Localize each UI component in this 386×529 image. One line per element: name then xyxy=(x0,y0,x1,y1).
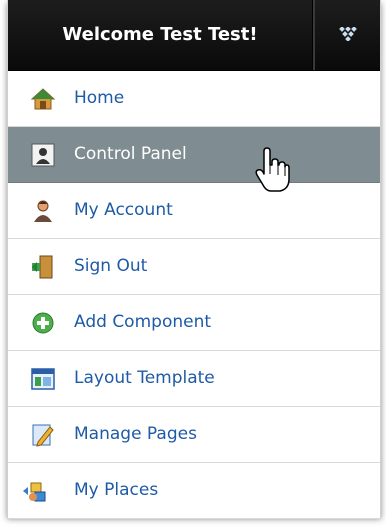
menu-item-label: Manage Pages xyxy=(74,424,197,444)
manage-pages-icon xyxy=(32,424,54,447)
menu-item-label: Layout Template xyxy=(74,368,215,388)
menu-item-label: Sign Out xyxy=(74,256,148,276)
layout-icon xyxy=(31,368,55,390)
welcome-title: Welcome Test Test! xyxy=(62,24,258,45)
menu-item-label: Home xyxy=(74,88,125,108)
dock-toggle-button[interactable] xyxy=(315,0,380,70)
menu-item-home[interactable]: Home xyxy=(8,71,380,127)
menu-item-label: My Places xyxy=(74,480,159,500)
dock-header: Welcome Test Test! xyxy=(8,0,380,71)
menu-item-layout-template[interactable]: Layout Template xyxy=(8,351,380,407)
menu-item-manage-pages[interactable]: Manage Pages xyxy=(8,407,380,463)
account-icon xyxy=(34,200,52,222)
menu-item-my-account[interactable]: My Account xyxy=(8,183,380,239)
control-panel-icon xyxy=(31,143,55,167)
menu-item-add-component[interactable]: Add Component xyxy=(8,295,380,351)
menu-item-sign-out[interactable]: Sign Out xyxy=(8,239,380,295)
menu-item-my-places[interactable]: My Places xyxy=(8,463,380,519)
dock-menu-list: Home Control Panel My Account Sign Out A… xyxy=(8,71,380,519)
expand-diamond-icon xyxy=(339,27,357,41)
dock-menu-panel: Welcome Test Test! Home Control Panel My… xyxy=(7,0,381,519)
menu-item-label: Control Panel xyxy=(74,144,187,164)
sign-out-icon xyxy=(32,255,53,279)
add-icon xyxy=(32,312,54,334)
menu-item-control-panel[interactable]: Control Panel xyxy=(8,127,380,183)
home-icon xyxy=(30,88,56,110)
menu-item-label: My Account xyxy=(74,200,173,220)
menu-item-label: Add Component xyxy=(74,312,212,332)
places-icon xyxy=(23,482,46,502)
